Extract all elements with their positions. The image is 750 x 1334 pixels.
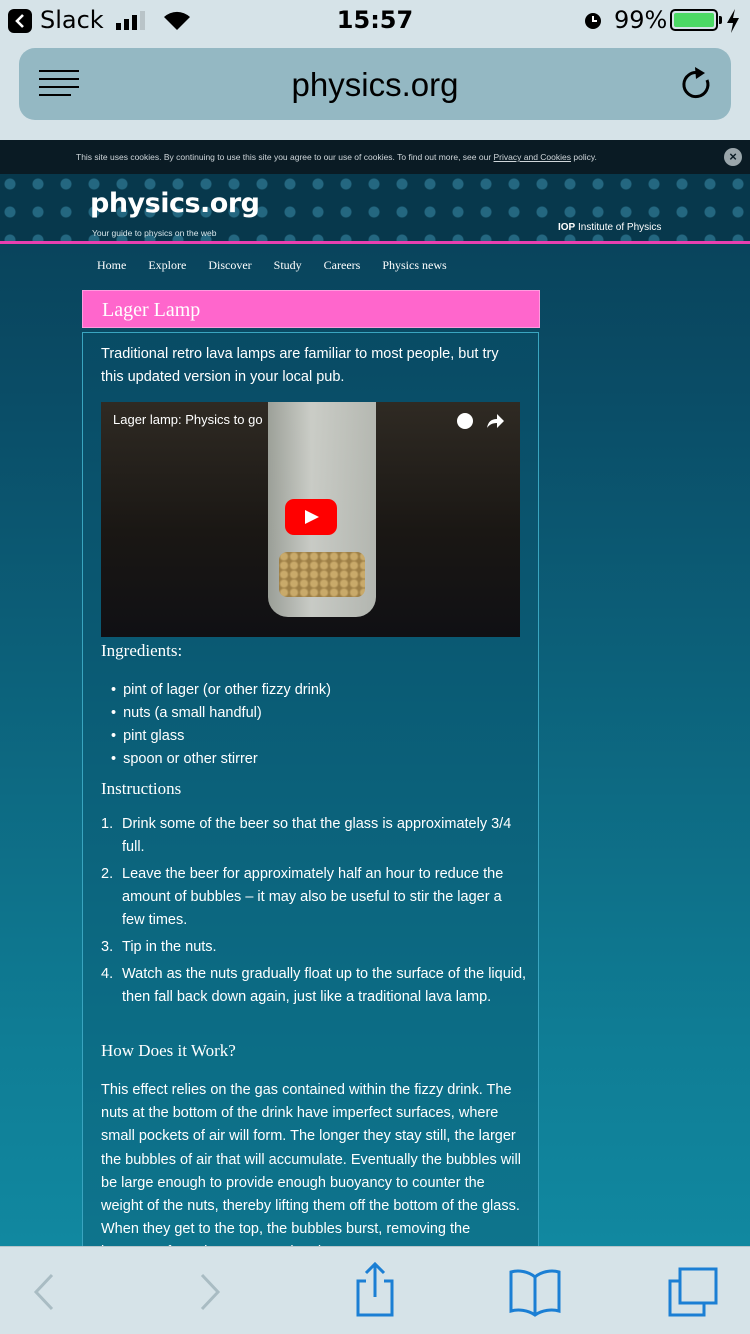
cookie-text: This site uses cookies. By continuing to…: [76, 152, 494, 162]
battery-tip: [719, 16, 722, 24]
iop-abbr: IOP: [558, 222, 576, 233]
list-item: 1. Drink some of the beer so that the gla…: [101, 816, 512, 855]
iop-name: Institute of Physics: [575, 222, 662, 233]
step-text: Watch as the nuts gradually float up to …: [122, 966, 527, 1005]
list-item: pint of lager (or other fizzy drink): [111, 679, 331, 702]
instructions-list: 1. Drink some of the beer so that the gla…: [101, 813, 527, 1013]
url-text[interactable]: physics.org: [19, 66, 731, 104]
list-item: pint glass: [111, 725, 331, 748]
how-heading: How Does it Work?: [101, 1041, 236, 1060]
video-nuts-image: [279, 552, 365, 597]
article-body: Traditional retro lava lamps are familia…: [82, 332, 539, 1246]
play-button[interactable]: [285, 499, 337, 535]
step-text: Tip in the nuts.: [122, 939, 217, 955]
list-item: nuts (a small handful): [111, 702, 331, 725]
status-bar: Slack 15:57 99%: [0, 0, 750, 42]
cookie-banner: This site uses cookies. By continuing to…: [0, 140, 750, 174]
nav-careers[interactable]: Careers: [324, 258, 361, 278]
charging-icon: [727, 9, 739, 33]
share-video-icon[interactable]: [487, 413, 505, 429]
alarm-icon: [585, 13, 601, 29]
site-header: physics.org Your guide to physics on the…: [0, 174, 750, 244]
video-player[interactable]: Lager lamp: Physics to go: [101, 402, 520, 637]
list-item: 4. Watch as the nuts gradually float up t…: [101, 966, 527, 1005]
battery-percent: 99%: [614, 6, 668, 34]
tabs-icon[interactable]: [666, 1267, 720, 1317]
web-page: This site uses cookies. By continuing to…: [0, 140, 750, 1246]
step-text: Drink some of the beer so that the glass…: [122, 816, 512, 855]
list-item: spoon or other stirrer: [111, 748, 331, 771]
nav-physics-news[interactable]: Physics news: [382, 258, 446, 278]
share-icon[interactable]: [354, 1261, 396, 1319]
privacy-link[interactable]: Privacy and Cookies: [494, 152, 571, 162]
list-item: 3. Tip in the nuts.: [101, 939, 217, 955]
browser-toolbar: [0, 1246, 750, 1334]
cookie-text-end: policy.: [571, 152, 597, 162]
step-text: Leave the beer for approximately half an…: [122, 866, 504, 928]
ingredients-list: pint of lager (or other fizzy drink) nut…: [111, 679, 331, 771]
forward-icon[interactable]: [198, 1267, 224, 1317]
list-item: 2. Leave the beer for approximately half …: [101, 866, 504, 928]
address-bar[interactable]: physics.org: [19, 48, 731, 120]
main-nav: Home Explore Discover Study Careers Phys…: [86, 258, 458, 278]
nav-home[interactable]: Home: [97, 258, 126, 278]
cookie-close-button[interactable]: ×: [724, 148, 742, 166]
reload-icon[interactable]: [679, 66, 713, 102]
article-intro: Traditional retro lava lamps are familia…: [101, 346, 499, 385]
site-logo[interactable]: physics.org: [90, 188, 260, 219]
battery-icon: [670, 9, 718, 31]
instructions-heading: Instructions: [101, 779, 182, 798]
nav-explore[interactable]: Explore: [148, 258, 186, 278]
nav-study[interactable]: Study: [274, 258, 302, 278]
nav-discover[interactable]: Discover: [208, 258, 251, 278]
ingredients-heading: Ingredients:: [101, 641, 183, 660]
how-text: This effect relies on the gas contained …: [101, 1082, 521, 1246]
iop-logo[interactable]: IOP Institute of Physics: [558, 222, 661, 233]
bookmarks-icon[interactable]: [508, 1267, 562, 1317]
watch-later-icon[interactable]: [457, 413, 473, 429]
back-icon[interactable]: [30, 1267, 56, 1317]
site-tagline: Your guide to physics on the web: [92, 228, 217, 238]
browser-chrome: physics.org: [0, 42, 750, 140]
video-title[interactable]: Lager lamp: Physics to go: [113, 412, 263, 427]
article-title: Lager Lamp: [82, 290, 540, 328]
